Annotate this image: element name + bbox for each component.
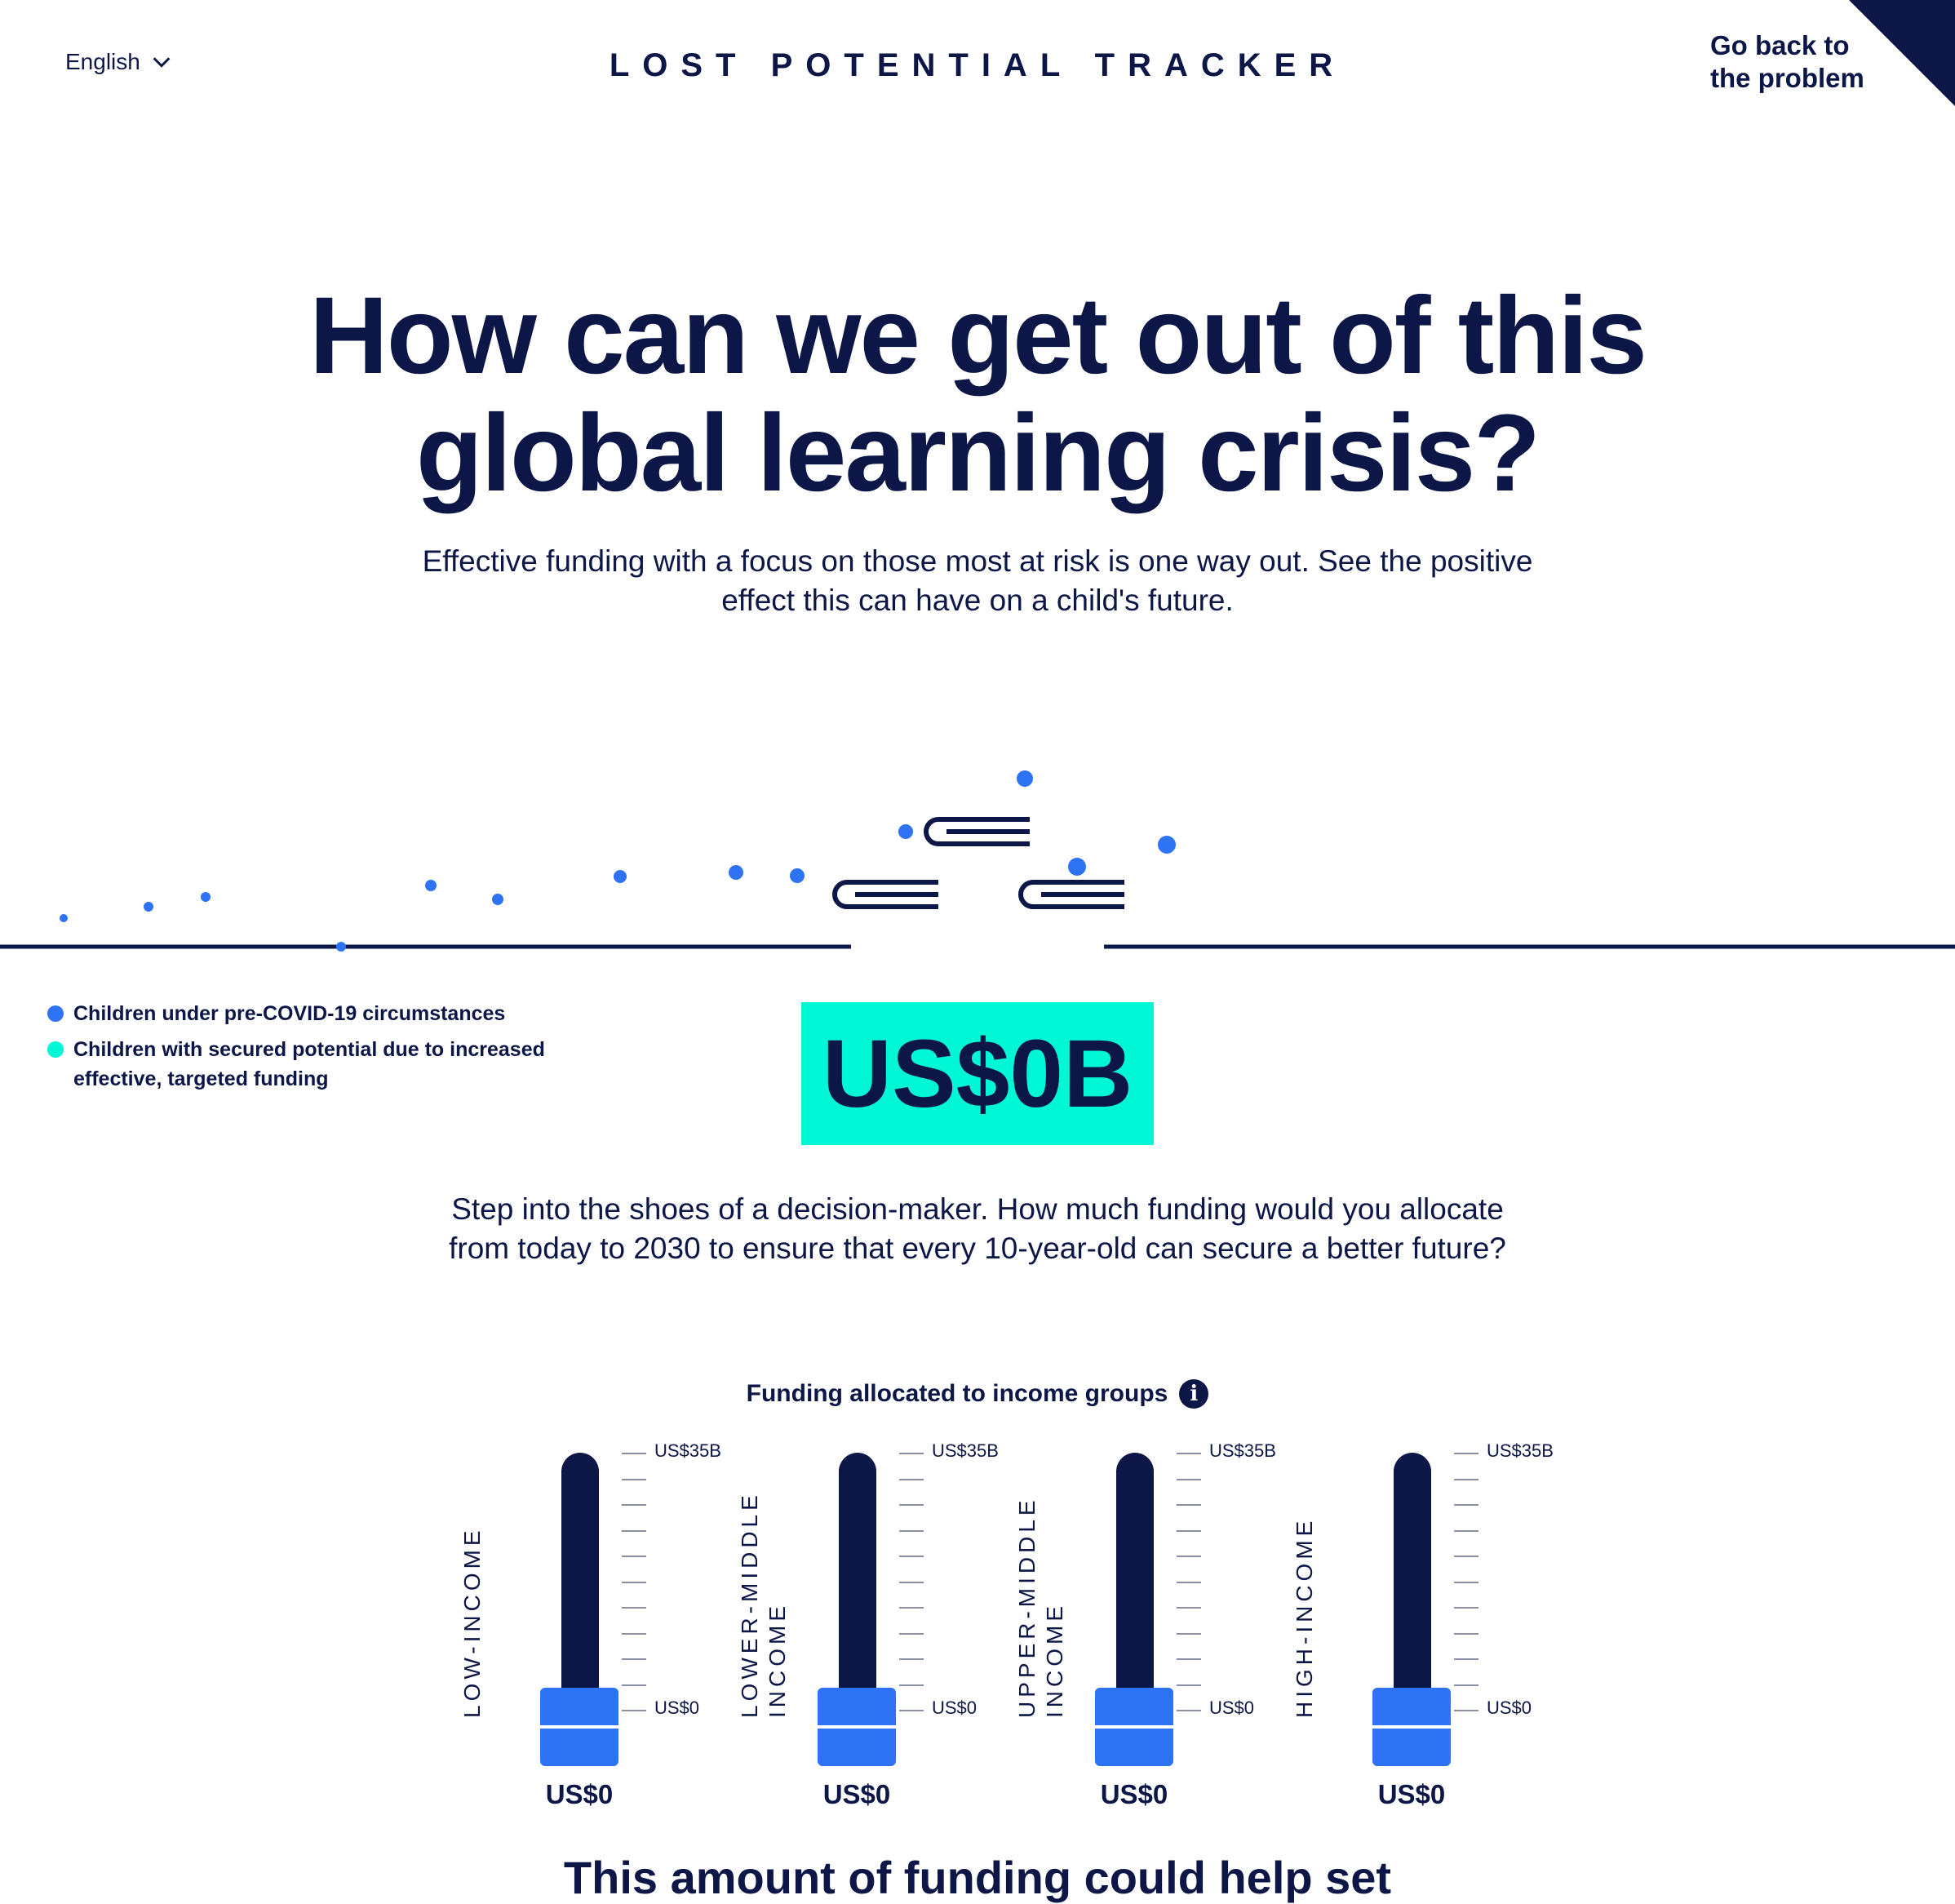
slider-amount: US$0 [1100,1779,1168,1809]
slider-min-label: US$0 [1487,1698,1532,1718]
slider-track[interactable] [1394,1453,1431,1722]
group-label-line: UPPER-MIDDLE [1014,1496,1040,1718]
page-title: How can we get out of this global learni… [0,277,1955,513]
slider-track[interactable] [839,1453,876,1722]
child-dot [1068,858,1086,876]
funding-title-text: Funding allocated to income groups [746,1380,1168,1407]
intro-text: Effective funding with a focus on those … [422,544,1533,617]
decision-prompt: Step into the shoes of a decision-maker.… [449,1192,1506,1265]
slider-handle[interactable] [1372,1688,1451,1766]
slider-amount: US$0 [545,1779,614,1809]
child-dot [898,824,913,839]
result-heading: This amount of funding could help set [563,1852,1392,1903]
slider-max-label: US$35B [654,1440,721,1461]
child-dot [614,870,627,883]
slider-handle[interactable] [540,1688,618,1766]
group-label-line: INCOME [765,1602,790,1718]
group-label: UPPER-MIDDLE INCOME [1013,1496,1069,1718]
group-label-line: LOWER-MIDDLE [737,1491,762,1718]
info-icon[interactable]: i [1179,1379,1209,1409]
child-dot [790,868,805,883]
child-dot [492,894,503,905]
slider-ticks [1177,1453,1201,1714]
slider-track[interactable] [1116,1453,1154,1722]
legend-item-pre-covid: Children under pre-COVID-19 circumstance… [47,999,570,1028]
slider-high-income: HIGH-INCOME US$35B US$0 US$0 [1291,1440,1568,1820]
slider-amount: US$0 [1377,1779,1446,1809]
group-label: LOW-INCOME [459,1526,485,1718]
legend-label: Children under pre-COVID-19 circumstance… [73,1002,506,1025]
group-label: HIGH-INCOME [1292,1516,1317,1718]
slider-handle[interactable] [1095,1688,1173,1766]
slider-max-label: US$35B [1209,1440,1276,1461]
funding-section-title: Funding allocated to income groups i [0,1379,1955,1409]
slider-ticks [899,1453,924,1714]
slider-min-label: US$0 [654,1698,700,1718]
book-icon [832,880,938,909]
slider-max-label: US$35B [932,1440,999,1461]
slider-low-income: LOW-INCOME US$35B US$0 US$0 [459,1440,736,1820]
slider-track[interactable] [561,1453,599,1722]
slider-min-label: US$0 [932,1698,978,1718]
slider-amount: US$0 [822,1779,891,1809]
title-line-2: global learning crisis? [415,393,1541,514]
legend-dot-blue [47,1005,64,1022]
child-dot [336,942,346,952]
child-dot [1017,770,1033,787]
go-back-link[interactable]: Go back to the problem [1710,29,1890,95]
legend-item-secured: Children with secured potential due to i… [47,1035,570,1094]
children-illustration [0,770,1955,952]
child-dot [144,902,153,912]
legend: Children under pre-COVID-19 circumstance… [47,999,570,1100]
slider-lower-middle-income: LOWER-MIDDLE INCOME US$35B US$0 US$0 [736,1440,1013,1820]
child-dot [60,914,68,922]
slider-handle[interactable] [818,1688,896,1766]
group-label: LOWER-MIDDLE INCOME [736,1491,791,1718]
total-funding-display: US$0B [801,1002,1154,1145]
site-title: LOST POTENTIAL TRACKER [609,47,1346,83]
book-icon [1018,880,1124,909]
slider-upper-middle-income: UPPER-MIDDLE INCOME US$35B US$0 US$0 [1013,1440,1291,1820]
child-dot [729,865,743,880]
slider-min-label: US$0 [1209,1698,1255,1718]
book-icon [924,817,1030,846]
title-line-1: How can we get out of this [309,275,1647,397]
child-dot [425,880,437,891]
group-label-line: INCOME [1042,1602,1067,1718]
legend-dot-teal [47,1041,64,1058]
child-dot [201,892,211,902]
slider-ticks [622,1453,646,1714]
child-dot [1158,836,1176,854]
slider-ticks [1454,1453,1478,1714]
child-dots [60,770,1176,952]
slider-max-label: US$35B [1487,1440,1554,1461]
legend-label: Children with secured potential due to i… [73,1038,545,1090]
